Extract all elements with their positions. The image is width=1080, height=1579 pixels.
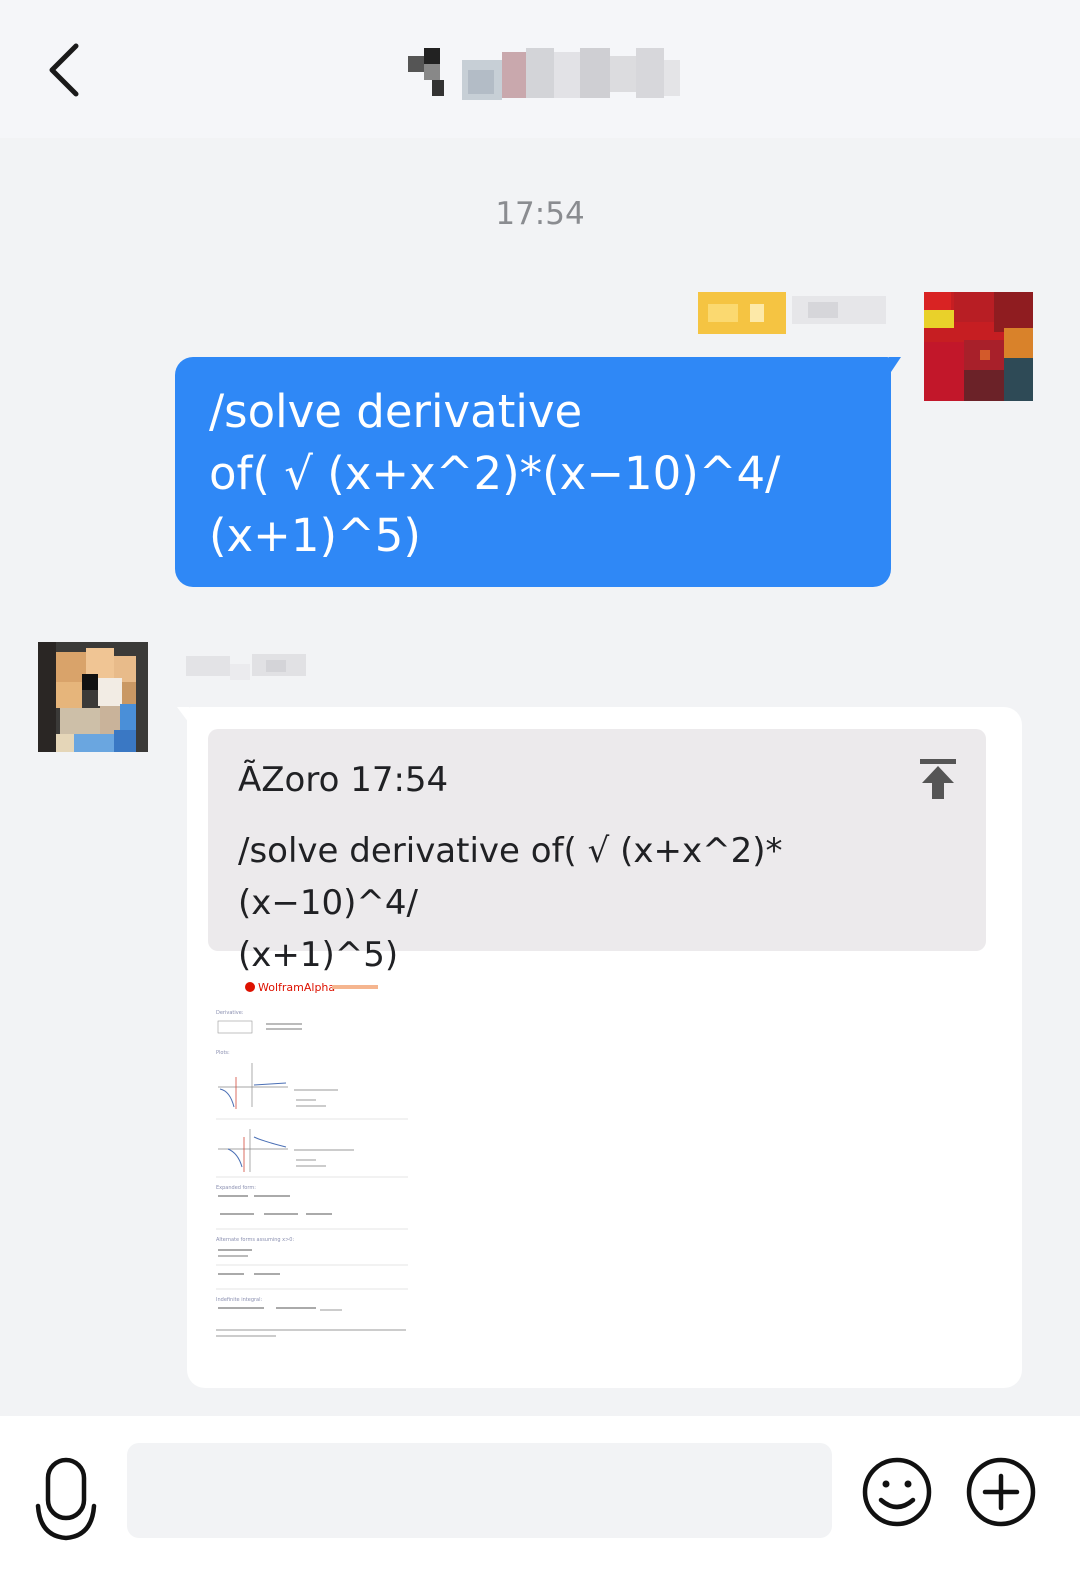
avatar-self[interactable] — [924, 292, 1033, 401]
chat-title-obscured — [408, 48, 680, 100]
result-thumbnail: WolframAlpha Derivative: Plots: Expanded… — [216, 981, 408, 1337]
incoming-message-bubble[interactable]: ÃZoro 17:54 /solve derivative of( √ (x+x… — [177, 707, 1022, 1388]
section-label: Alternate forms assuming x>0: — [216, 1237, 294, 1243]
section-label: Expanded form: — [216, 1185, 256, 1191]
section-label: Indefinite integral: — [216, 1297, 263, 1303]
plus-circle-icon[interactable] — [965, 1456, 1037, 1528]
sender-name-obscured — [698, 292, 886, 334]
quoted-message[interactable]: ÃZoro 17:54 /solve derivative of( √ (x+x… — [208, 729, 986, 975]
section-label: Plots: — [216, 1050, 230, 1056]
scroll-to-top-icon[interactable] — [920, 759, 956, 799]
avatar-bot[interactable] — [38, 642, 148, 752]
section-label: Derivative: — [216, 1010, 244, 1016]
message-input[interactable] — [127, 1443, 832, 1538]
composer-bar — [0, 1416, 1080, 1579]
message-timestamp: 17:54 — [495, 196, 585, 232]
bot-name-obscured — [186, 654, 306, 680]
outgoing-message-bubble[interactable]: /solve derivative of( √ (x+x^2)*(x−10)^4… — [175, 357, 901, 587]
outgoing-message-line: (x+1)^5) — [209, 509, 421, 562]
microphone-icon[interactable] — [34, 1456, 98, 1546]
wolframalpha-result-image[interactable]: WolframAlpha Derivative: Plots: Expanded… — [214, 977, 412, 1347]
outgoing-message-line: /solve derivative — [209, 385, 583, 438]
wolfram-logo-text: WolframAlpha — [258, 981, 335, 994]
smiley-icon[interactable] — [861, 1456, 933, 1528]
chevron-left-icon — [49, 43, 79, 97]
top-bar — [0, 0, 1080, 138]
wolfram-logo-icon — [245, 982, 255, 992]
quoted-message-text: /solve derivative of( √ (x+x^2)*(x−10)^4… — [238, 831, 783, 923]
outgoing-message-line: of( √ (x+x^2)*(x−10)^4/ — [209, 447, 781, 500]
quoted-message-header: ÃZoro 17:54 — [238, 760, 449, 800]
back-button[interactable] — [34, 38, 94, 102]
quoted-message-text: (x+1)^5) — [238, 935, 399, 975]
